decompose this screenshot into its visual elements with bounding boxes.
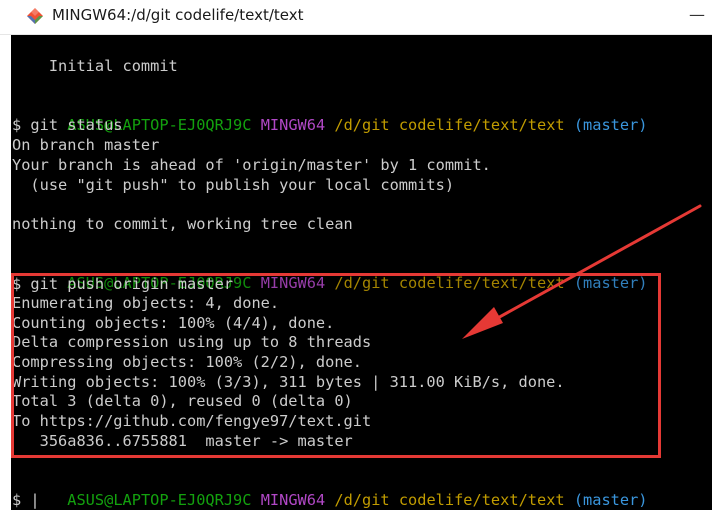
command-line: $ git status <box>12 116 123 134</box>
git-bash-window: MINGW64:/d/git codelife/text/text — Init… <box>0 0 712 510</box>
title-bar[interactable]: MINGW64:/d/git codelife/text/text — <box>0 0 712 35</box>
output-line: Enumerating objects: 4, done. <box>12 294 280 312</box>
prompt-user-host: ASUS@LAPTOP-EJ0QRJ9C <box>67 491 252 509</box>
git-diamond-icon <box>27 8 43 24</box>
output-line: (use "git push" to publish your local co… <box>12 176 455 194</box>
prompt-branch: (master) <box>573 116 648 134</box>
output-line: Writing objects: 100% (3/3), 311 bytes |… <box>12 373 565 391</box>
prompt-shell: MINGW64 <box>260 274 326 292</box>
output-line: Compressing objects: 100% (2/2), done. <box>12 353 362 371</box>
prompt-shell: MINGW64 <box>260 491 326 509</box>
prompt-path: /d/git codelife/text/text <box>334 116 565 134</box>
window-title: MINGW64:/d/git codelife/text/text <box>52 6 304 24</box>
minimize-button[interactable]: — <box>682 0 712 34</box>
prompt-line: ASUS@LAPTOP-EJ0QRJ9C MINGW64 /d/git code… <box>12 470 647 509</box>
command-line: $ git push origin master <box>12 275 234 293</box>
output-line: Total 3 (delta 0), reused 0 (delta 0) <box>12 392 353 410</box>
prompt-branch: (master) <box>573 274 648 292</box>
output-line: On branch master <box>12 136 160 154</box>
output-line: Initial commit <box>12 57 178 75</box>
prompt-line: ASUS@LAPTOP-EJ0QRJ9C MINGW64 /d/git code… <box>12 253 647 292</box>
prompt-path: /d/git codelife/text/text <box>334 274 565 292</box>
prompt-path: /d/git codelife/text/text <box>334 491 565 509</box>
terminal-area[interactable]: Initial commit ASUS@LAPTOP-EJ0QRJ9C MING… <box>11 35 712 510</box>
output-line: nothing to commit, working tree clean <box>12 215 353 233</box>
command-input-line[interactable]: $ | <box>12 490 40 510</box>
output-line: Your branch is ahead of 'origin/master' … <box>12 156 491 174</box>
output-line: Counting objects: 100% (4/4), done. <box>12 314 335 332</box>
output-line: Delta compression using up to 8 threads <box>12 333 372 351</box>
prompt-shell: MINGW64 <box>260 116 326 134</box>
prompt-branch: (master) <box>573 491 648 509</box>
output-line: To https://github.com/fengye97/text.git <box>12 412 372 430</box>
output-line: 356a836..6755881 master -> master <box>12 432 353 450</box>
prompt-line: ASUS@LAPTOP-EJ0QRJ9C MINGW64 /d/git code… <box>12 95 647 134</box>
